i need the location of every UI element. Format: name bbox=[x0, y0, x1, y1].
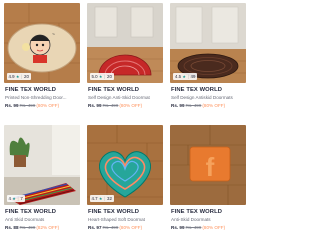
rating-badge: 4.7 ★ | 32 bbox=[89, 195, 114, 202]
product-image[interactable]: 4.5 ★ | 49 bbox=[170, 3, 246, 83]
product-brand: FINE TEX WORLD bbox=[5, 209, 56, 215]
rating-badge: 4.9 ★ | 20 bbox=[6, 73, 31, 80]
product-image[interactable]: ~ 4.9 ★ | 20 bbox=[3, 3, 80, 83]
product-title: Anti-Skid Doormats bbox=[171, 217, 211, 222]
product-title: Self Design Anti-Skid Doormat bbox=[88, 95, 150, 100]
product-price: Rs. 97Rs. 499(80% OFF) bbox=[88, 225, 143, 230]
product-price: Rs. 99Rs. 499(80% OFF) bbox=[171, 225, 226, 230]
rating-badge: 4 ★ | 7 bbox=[6, 195, 25, 202]
product-brand: FINE TEX WORLD bbox=[5, 87, 56, 93]
product-card[interactable]: 5.0 ★ | 20 FINE TEX WORLD Self Design An… bbox=[83, 0, 166, 122]
product-title: Anti Skid Doormats bbox=[5, 217, 45, 222]
product-title: Self Design Antiskid Doormats bbox=[171, 95, 233, 100]
product-brand: FINE TEX WORLD bbox=[171, 209, 222, 215]
product-image[interactable]: 4.7 ★ | 32 bbox=[86, 125, 163, 205]
product-brand: FINE TEX WORLD bbox=[88, 87, 139, 93]
product-price: Rs. 99Rs. 499(80% OFF) bbox=[88, 103, 143, 108]
product-title: Printed Non-Shredding Door... bbox=[5, 95, 67, 100]
star-icon: ★ bbox=[182, 74, 186, 80]
svg-text:~: ~ bbox=[52, 32, 55, 38]
product-grid: ~ 4.9 ★ | 20 FINE TEX WORLD Printed Non-… bbox=[0, 0, 250, 245]
product-card[interactable]: f FINE TEX WORLD Anti-Skid Doormats Rs. … bbox=[166, 122, 250, 245]
star-icon: ★ bbox=[98, 196, 103, 202]
product-image[interactable]: 4 ★ | 7 bbox=[3, 125, 80, 205]
product-title: Heart-Shaped Soft Doormat bbox=[88, 217, 145, 222]
rating-badge: 4.5 ★ | 49 bbox=[173, 73, 198, 80]
product-image[interactable]: f bbox=[170, 125, 246, 205]
svg-text:f: f bbox=[206, 152, 215, 182]
product-card[interactable]: 4 ★ | 7 FINE TEX WORLD Anti Skid Doormat… bbox=[0, 122, 83, 245]
product-brand: FINE TEX WORLD bbox=[88, 209, 139, 215]
product-card[interactable]: 4.5 ★ | 49 FINE TEX WORLD Self Design An… bbox=[166, 0, 250, 122]
product-price: Rs. 88Rs. 499(82% OFF) bbox=[5, 225, 60, 230]
rating-badge: 5.0 ★ | 20 bbox=[89, 73, 114, 80]
product-price: Rs. 99Rs. 499(80% OFF) bbox=[171, 103, 226, 108]
product-card[interactable]: ~ 4.9 ★ | 20 FINE TEX WORLD Printed Non-… bbox=[0, 0, 83, 122]
product-image[interactable]: 5.0 ★ | 20 bbox=[86, 3, 163, 83]
star-icon: ★ bbox=[12, 196, 16, 202]
star-icon: ★ bbox=[15, 74, 20, 80]
product-price: Rs. 99Rs. 499(80% OFF) bbox=[5, 103, 60, 108]
product-card[interactable]: 4.7 ★ | 32 FINE TEX WORLD Heart-Shaped S… bbox=[83, 122, 166, 245]
product-brand: FINE TEX WORLD bbox=[171, 87, 222, 93]
star-icon: ★ bbox=[98, 74, 103, 80]
